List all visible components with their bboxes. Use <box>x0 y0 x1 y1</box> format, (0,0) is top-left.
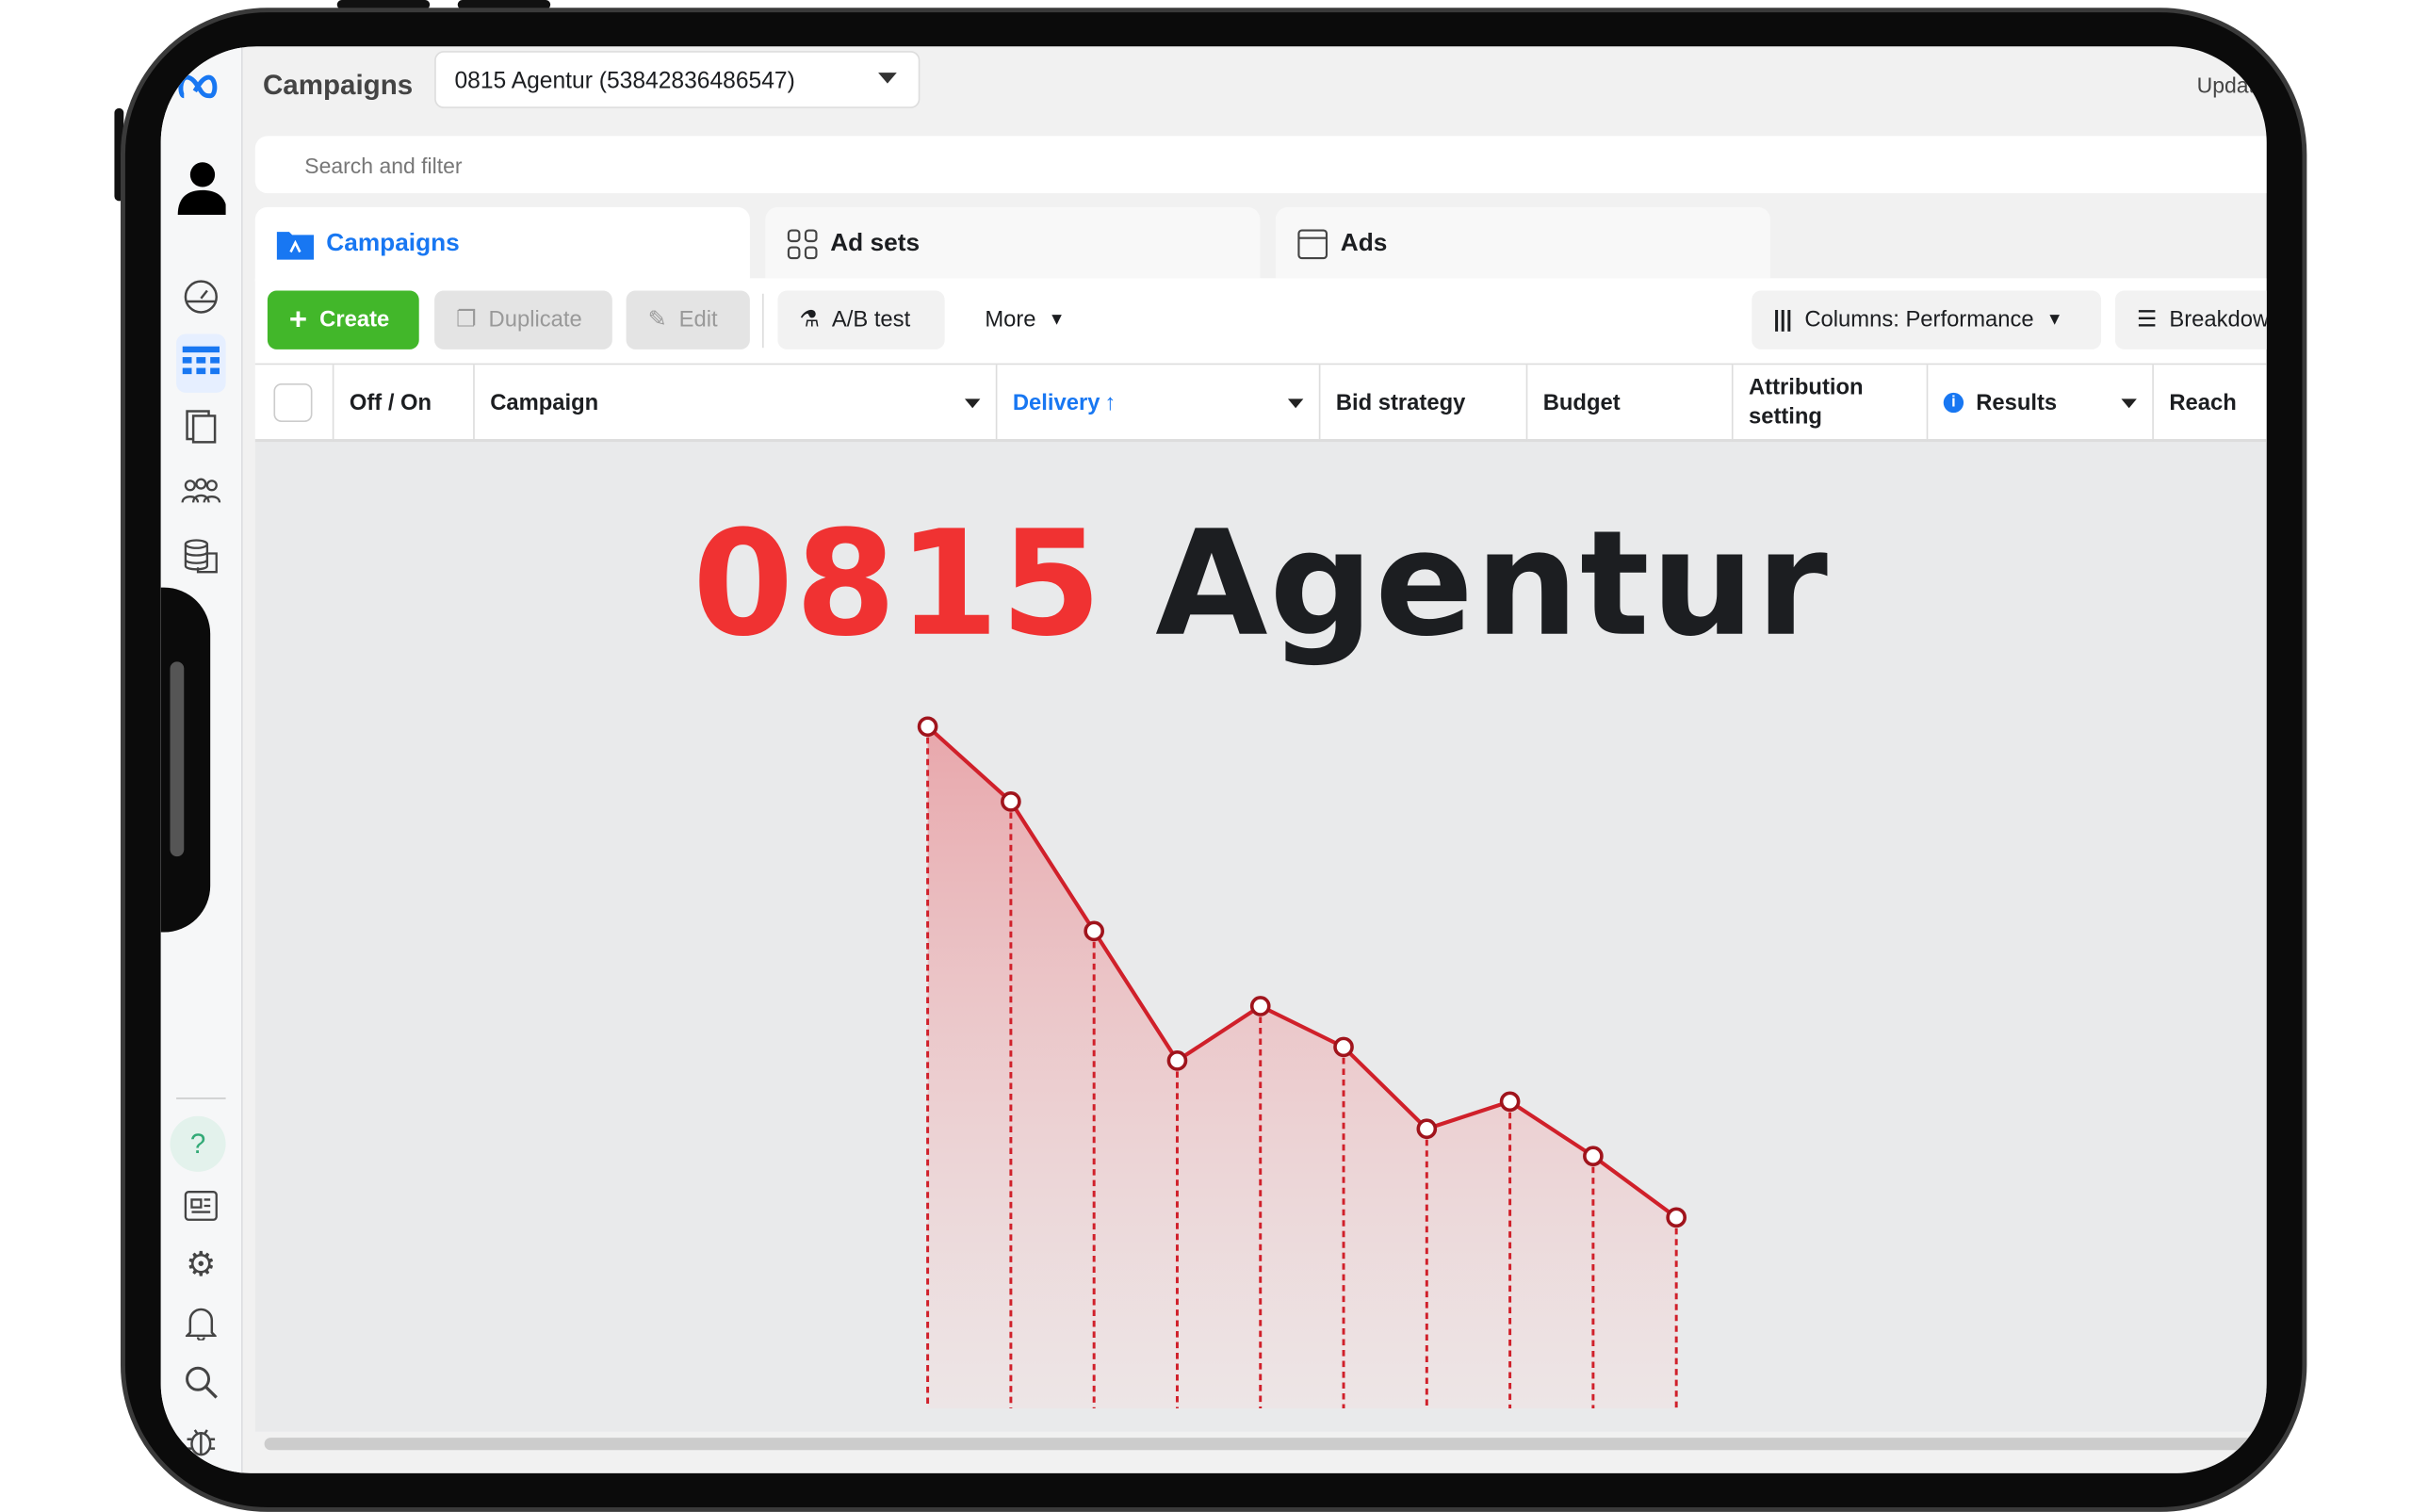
column-bid-strategy[interactable]: Bid strategy <box>1320 365 1528 441</box>
table-header: Off / On Campaign Delivery ↑ Bid strategy… <box>254 363 2267 443</box>
page-title: Campaigns <box>262 69 414 101</box>
pages-icon[interactable] <box>176 402 226 452</box>
billing-coins-icon[interactable] <box>176 532 226 582</box>
column-label: Attribution setting <box>1748 374 1864 430</box>
plus-icon: + <box>288 301 308 336</box>
horizontal-scrollbar[interactable] <box>264 1438 2267 1451</box>
column-label: Results <box>1976 390 2058 415</box>
breakdown-label: Breakdown <box>2169 307 2266 333</box>
tab-ads[interactable]: Ads <box>1275 206 1770 282</box>
notifications-bell-icon[interactable] <box>176 1298 226 1348</box>
caret-down-icon: ▼ <box>1048 310 1066 330</box>
select-all-cell <box>255 365 334 441</box>
column-campaign[interactable]: Campaign <box>475 365 998 441</box>
duplicate-label: Duplicate <box>488 307 582 333</box>
flask-icon: ⚗ <box>799 307 820 333</box>
data-point <box>1499 1091 1521 1113</box>
ab-test-label: A/B test <box>831 307 911 333</box>
account-avatar-icon[interactable] <box>176 162 226 216</box>
column-reach[interactable]: Reach <box>2154 365 2267 440</box>
column-budget[interactable]: Budget <box>1527 365 1734 441</box>
help-icon[interactable]: ? <box>170 1115 226 1172</box>
device-bezel-notch <box>160 587 211 933</box>
duplicate-button[interactable]: ❐ Duplicate <box>434 290 612 350</box>
columns-icon: ||| <box>1773 307 1793 333</box>
toolbar-divider <box>762 293 764 349</box>
column-label: Campaign <box>490 390 599 415</box>
update-label[interactable]: Update <box>2197 73 2267 97</box>
account-name: 0815 Agentur (53842836486547) <box>454 68 795 95</box>
breakdown-button[interactable]: ☰ Breakdown <box>2114 290 2267 350</box>
caret-down-icon <box>964 398 981 415</box>
data-point <box>1583 1146 1604 1167</box>
search-input[interactable]: Search and filter <box>254 136 2267 194</box>
toolbar: + Create ❐ Duplicate ✎ Edit ⚗ A/B test More ▼… <box>254 278 2267 364</box>
tab-label: Ad sets <box>830 230 921 257</box>
campaigns-table-icon[interactable] <box>176 333 226 393</box>
data-point <box>1416 1118 1438 1140</box>
tab-campaigns[interactable]: Campaigns <box>254 206 750 282</box>
search-placeholder: Search and filter <box>304 153 463 178</box>
data-point <box>1166 1050 1188 1071</box>
data-point <box>1666 1207 1687 1228</box>
folder-icon <box>276 232 315 260</box>
create-button[interactable]: + Create <box>267 290 419 350</box>
column-label: Off / On <box>349 390 432 415</box>
column-label: Reach <box>2169 390 2237 415</box>
caret-down-icon <box>1287 398 1304 415</box>
column-label: Delivery <box>1012 390 1100 415</box>
column-delivery[interactable]: Delivery ↑ <box>997 365 1321 441</box>
screen: ? ⚙ Campaigns 0815 Agentur (538428364865… <box>160 46 2267 1473</box>
tab-label: Campaigns <box>326 230 460 257</box>
settings-gear-icon[interactable]: ⚙ <box>176 1240 226 1290</box>
duplicate-icon: ❐ <box>456 307 477 333</box>
sort-ascending-icon: ↑ <box>1104 390 1116 415</box>
data-point <box>1001 791 1021 812</box>
sidebar-divider <box>176 1097 226 1099</box>
ad-window-icon <box>1297 229 1328 260</box>
column-off-on[interactable]: Off / On <box>334 365 475 441</box>
dashboard-gauge-icon[interactable] <box>176 272 226 322</box>
ab-test-button[interactable]: ⚗ A/B test <box>777 290 945 350</box>
content-area: 0815 Agentur <box>254 442 2267 1432</box>
news-feed-icon[interactable] <box>176 1181 226 1231</box>
data-point <box>1333 1036 1354 1058</box>
breakdown-icon: ☰ <box>2136 307 2158 333</box>
account-selector[interactable]: 0815 Agentur (53842836486547) <box>434 51 921 108</box>
info-icon: i <box>1943 392 1964 414</box>
search-icon[interactable] <box>176 1358 226 1407</box>
bug-report-icon[interactable] <box>176 1416 226 1466</box>
column-attribution[interactable]: Attribution setting <box>1734 365 1929 441</box>
column-label: Budget <box>1542 390 1621 415</box>
columns-button[interactable]: ||| Columns: Performance ▼ <box>1752 290 2102 350</box>
edit-label: Edit <box>678 307 718 333</box>
more-label: More <box>985 307 1036 333</box>
column-results[interactable]: i Results <box>1928 365 2154 441</box>
more-button[interactable]: More ▼ <box>963 291 1086 350</box>
data-point <box>1249 996 1271 1016</box>
edit-button[interactable]: ✎ Edit <box>626 290 750 350</box>
chart-area <box>927 726 1677 1408</box>
meta-logo-icon[interactable] <box>176 62 226 112</box>
pencil-icon: ✎ <box>647 307 667 333</box>
tab-ad-sets[interactable]: Ad sets <box>765 206 1261 282</box>
create-label: Create <box>319 307 390 333</box>
decline-chart <box>917 716 1687 1408</box>
tab-label: Ads <box>1340 230 1388 257</box>
data-point <box>1084 920 1105 942</box>
chevron-down-icon <box>878 73 897 92</box>
select-all-checkbox[interactable] <box>273 382 313 422</box>
caret-down-icon: ▼ <box>2045 310 2063 330</box>
columns-label: Columns: Performance <box>1804 307 2034 333</box>
audiences-icon[interactable] <box>176 467 226 517</box>
caret-down-icon <box>2121 398 2137 415</box>
grid-icon <box>787 229 818 260</box>
data-point <box>917 716 938 738</box>
column-label: Bid strategy <box>1335 390 1466 415</box>
